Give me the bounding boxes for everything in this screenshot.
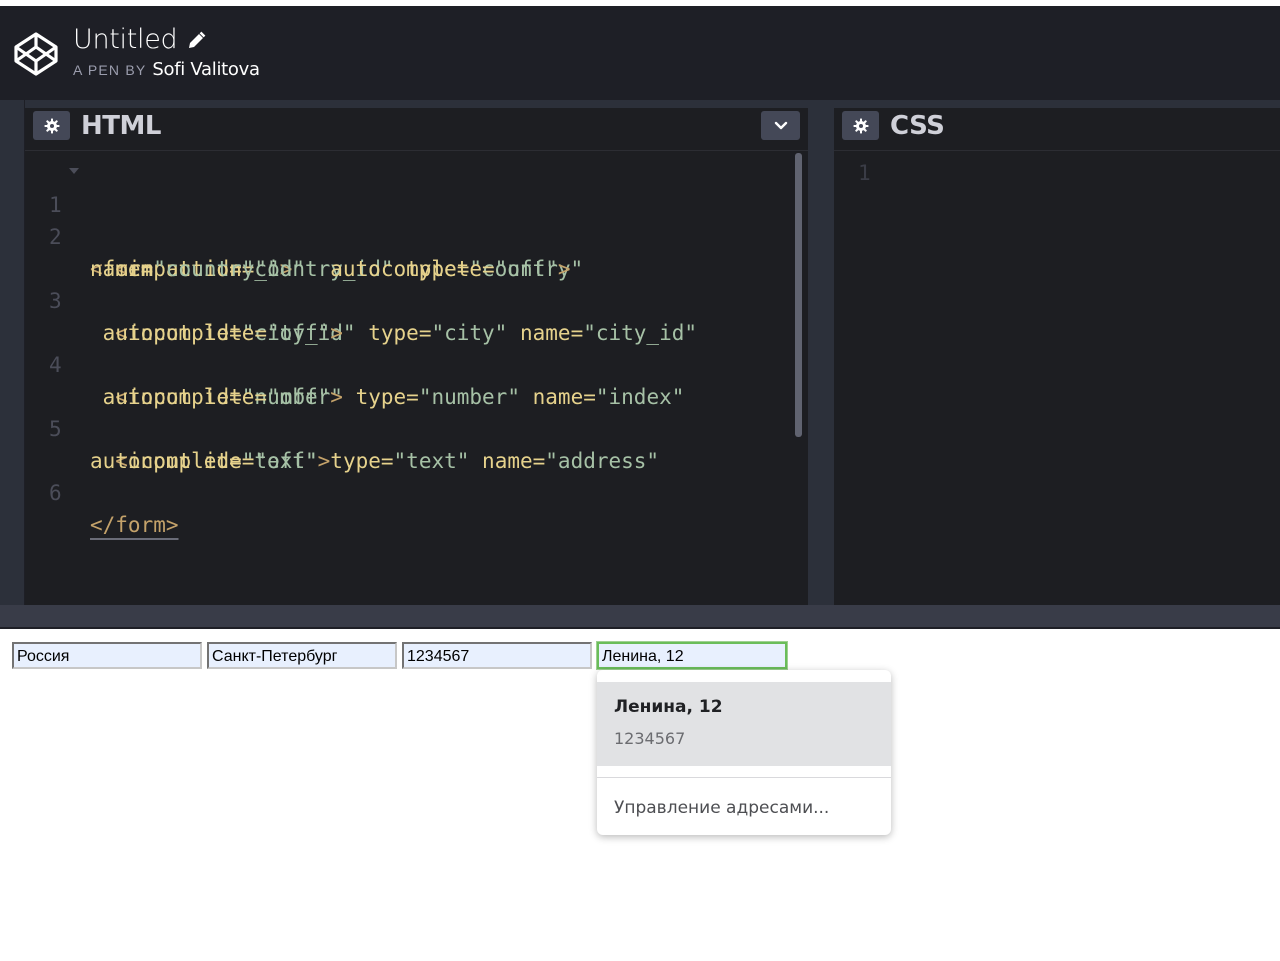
html-collapse-button[interactable] [761,111,800,140]
html-panel-title: HTML [81,111,161,141]
left-gutter [0,100,25,605]
html-panel-header: HTML [25,100,808,151]
autofill-suggestion[interactable]: Ленина, 12 1234567 [597,682,891,766]
line-number: 6 [49,481,62,505]
editor-bottom-bar[interactable] [0,605,1280,629]
code-line: 6 </form> [25,445,808,537]
city-input[interactable]: Санкт-Петербург [207,642,397,669]
code-line: autocomplete="off"> [102,321,343,345]
css-panel-header: CSS [834,100,1280,151]
divider [597,777,891,778]
html-settings-button[interactable] [33,111,70,140]
css-panel-title: CSS [890,111,945,141]
codepen-logo-icon[interactable] [12,30,60,78]
pen-title-row: Untitled [73,24,207,55]
css-settings-button[interactable] [842,111,879,140]
chevron-down-icon [774,121,787,129]
pen-header: Untitled A PEN BY Sofi Valitova [0,6,1280,100]
code-line: 1 <form action=""> [25,157,808,281]
address-input[interactable]: Ленина, 12 [597,642,787,669]
code-line: 5 <input id="text" type="text" name="add… [25,381,808,473]
code-line: 3 <input id="city_id" type="city" name="… [25,253,808,345]
byline-label: A PEN BY [73,62,147,78]
code-line: name="country_id" autocomplete="off"> [90,257,571,281]
code-line: autocomplete="off"> [90,449,331,473]
suggestion-index: 1234567 [614,729,686,748]
result-preview: Россия Санкт-Петербург 1234567 Ленина, 1… [0,630,1280,961]
code-line: 4 <input id="number" type="number" name=… [25,317,808,409]
pen-title[interactable]: Untitled [73,24,178,55]
country-input[interactable]: Россия [12,642,202,669]
html-editor-scrollbar[interactable] [795,153,802,437]
manage-addresses-link[interactable]: Управление адресами... [614,798,829,818]
autofill-dropdown: Ленина, 12 1234567 Управление адресами..… [597,670,891,835]
line-number: 1 [858,161,871,185]
byline: A PEN BY Sofi Valitova [73,59,260,80]
suggestion-address: Ленина, 12 [614,697,723,717]
css-code-editor[interactable]: 1 [834,151,1280,605]
gear-icon [44,118,59,133]
gear-icon [853,118,868,133]
panel-resizer[interactable] [808,100,834,605]
html-code-editor[interactable]: 1 <form action=""> 2 <input id="country_… [25,151,808,605]
fold-arrow-icon[interactable] [69,168,79,174]
author-link[interactable]: Sofi Valitova [152,59,260,80]
css-editor-panel: CSS 1 [834,100,1280,605]
code-line: autocomplete="off"> [102,385,343,409]
pencil-icon[interactable] [185,30,207,52]
code-line: 2 <input id="country_id" type="country" [25,189,808,281]
html-editor-panel: HTML 1 <form action=""> 2 <input id="cou… [25,100,808,605]
index-input[interactable]: 1234567 [402,642,592,669]
editors-area: HTML 1 <form action=""> 2 <input id="cou… [0,100,1280,605]
